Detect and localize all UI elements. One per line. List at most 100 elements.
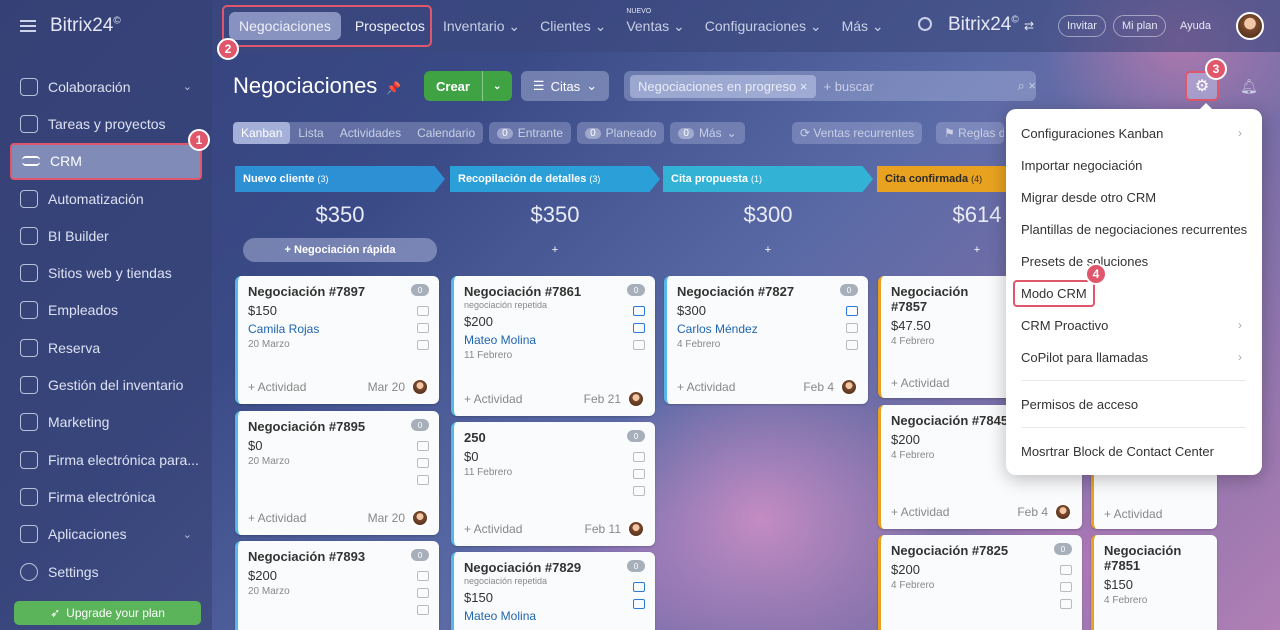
add-activity[interactable]: + Actividad (891, 505, 949, 519)
deal-title[interactable]: 250 (464, 430, 645, 445)
tab-negociaciones[interactable]: Negociaciones (229, 12, 341, 40)
mail-icon[interactable] (417, 588, 429, 598)
my-plan-button[interactable]: Mi plan (1113, 15, 1167, 37)
deal-card[interactable]: + Actividad (1091, 470, 1217, 529)
column-header[interactable]: Cita propuesta (1) (663, 166, 873, 192)
sidebar-item-settings[interactable]: Settings (10, 553, 202, 590)
chat-icon[interactable] (633, 486, 645, 496)
brand-logo[interactable]: Bitrix24© (50, 15, 121, 37)
deal-contact[interactable]: Carlos Méndez (677, 322, 858, 336)
filter-chip[interactable]: Negociaciones en progreso × (630, 74, 816, 98)
menu-ventas[interactable]: NUEVO Ventas ⌄ (626, 8, 684, 35)
phone-icon[interactable] (417, 441, 429, 451)
menu-item-migrate[interactable]: Migrar desde otro CRM (1006, 181, 1262, 213)
search-icon[interactable]: ⌕ × (1018, 78, 1036, 94)
sidebar-item-reserva[interactable]: Reserva (10, 329, 202, 366)
phone-icon[interactable] (1060, 565, 1072, 575)
counter-entrante[interactable]: 0 Entrante (489, 122, 572, 144)
deal-title[interactable]: Negociación #7895 (248, 419, 429, 434)
menu-item-contact-center[interactable]: Mosrtrar Block de Contact Center (1006, 435, 1262, 467)
mail-icon[interactable] (417, 323, 429, 333)
invite-button[interactable]: Invitar (1058, 15, 1106, 37)
deal-title[interactable]: Negociación #7897 (248, 284, 429, 299)
menu-item-presets[interactable]: Presets de soluciones (1006, 245, 1262, 277)
sidebar-item-bi-builder[interactable]: BI Builder (10, 217, 202, 254)
sidebar-item-marketing[interactable]: Marketing (10, 404, 202, 441)
user-avatar[interactable] (1236, 12, 1264, 40)
deal-title[interactable]: Negociación #7861 (464, 284, 645, 299)
deal-contact[interactable]: Camila Rojas (248, 322, 429, 336)
phone-icon[interactable] (633, 306, 645, 316)
chat-icon[interactable] (417, 475, 429, 485)
sidebar-item-firma[interactable]: Firma electrónica (10, 478, 202, 515)
add-deal-button[interactable]: + (671, 238, 865, 262)
add-activity[interactable]: + Actividad (677, 380, 735, 394)
quick-deal-button[interactable]: + Negociación rápida (243, 238, 437, 262)
sidebar-item-automatizacion[interactable]: Automatización (10, 180, 202, 217)
counter-planeado[interactable]: 0 Planeado (577, 122, 665, 144)
deal-card[interactable]: Negociación #7861 negociación repetida $… (451, 276, 655, 416)
phone-icon[interactable] (633, 582, 645, 592)
column-header[interactable]: Recopilación de detalles (3) (450, 166, 660, 192)
mail-icon[interactable] (633, 599, 645, 609)
deal-contact[interactable]: Mateo Molina (464, 333, 645, 347)
mail-icon[interactable] (633, 469, 645, 479)
deal-title[interactable]: Negociación #7825 (891, 543, 1072, 558)
search-icon[interactable] (918, 17, 932, 31)
chat-icon[interactable] (846, 340, 858, 350)
pin-icon[interactable]: 📌 (386, 81, 401, 95)
sidebar-item-colaboracion[interactable]: Colaboración ⌄ (10, 68, 202, 105)
chevron-down-icon[interactable]: ⌄ (482, 71, 501, 101)
deal-title[interactable]: Negociación #7827 (677, 284, 858, 299)
add-activity[interactable]: + Actividad (891, 376, 949, 390)
mail-icon[interactable] (417, 458, 429, 468)
tab-prospectos[interactable]: Prospectos (345, 12, 435, 40)
mail-icon[interactable] (846, 323, 858, 333)
chat-icon[interactable] (417, 340, 429, 350)
deal-card[interactable]: Negociación #7857 $47.50 4 Febrero + Act… (878, 276, 1006, 398)
chat-icon[interactable] (633, 340, 645, 350)
column-header[interactable]: Nuevo cliente (3) (235, 166, 445, 192)
deal-card[interactable]: Negociación #7829 negociación repetida $… (451, 552, 655, 630)
sidebar-item-empleados[interactable]: Empleados (10, 292, 202, 329)
deal-title[interactable]: Negociación #7857 (891, 284, 996, 314)
view-calendario[interactable]: Calendario (409, 126, 483, 140)
rules-button[interactable]: ⚑ Reglas de (936, 122, 1004, 144)
bell-icon[interactable]: 🔔︎ (1240, 78, 1258, 95)
menu-item-recurring-templates[interactable]: Plantillas de negociaciones recurrentes (1006, 213, 1262, 245)
menu-item-import[interactable]: Importar negociación (1006, 149, 1262, 181)
menu-item-kanban-settings[interactable]: Configuraciones Kanban › (1006, 117, 1262, 149)
phone-icon[interactable] (417, 571, 429, 581)
sidebar-item-firma-para[interactable]: Firma electrónica para... (10, 441, 202, 478)
phone-icon[interactable] (846, 306, 858, 316)
mail-icon[interactable] (1060, 582, 1072, 592)
deal-title[interactable]: Negociación #7829 (464, 560, 645, 575)
add-activity[interactable]: + Actividad (248, 511, 306, 525)
upgrade-button[interactable]: ➶ Upgrade your plan (14, 601, 201, 625)
deal-card[interactable]: Negociación #7893 $200 20 Marzo 0 (235, 541, 439, 630)
deal-card[interactable]: 250 $0 11 Febrero 0 + Actividad Feb 11 (451, 422, 655, 546)
close-icon[interactable]: × (800, 79, 808, 94)
deal-card[interactable]: Negociación #7895 $0 20 Marzo 0 + Activi… (235, 411, 439, 535)
chat-icon[interactable] (417, 605, 429, 615)
add-activity[interactable]: + Actividad (248, 380, 306, 394)
deal-card[interactable]: Negociación #7825 $200 4 Febrero 0 (878, 535, 1082, 630)
view-lista[interactable]: Lista (290, 126, 331, 140)
menu-clientes[interactable]: Clientes ⌄ (540, 18, 606, 35)
phone-icon[interactable] (417, 306, 429, 316)
add-activity[interactable]: + Actividad (1104, 507, 1162, 521)
deal-contact[interactable]: Mateo Molina (464, 609, 645, 623)
menu-inventario[interactable]: Inventario ⌄ (443, 18, 520, 35)
deal-card[interactable]: Negociación #7851 $150 4 Febrero (1091, 535, 1217, 630)
view-actividades[interactable]: Actividades (332, 126, 409, 140)
menu-item-proactive[interactable]: CRM Proactivo › (1006, 309, 1262, 341)
filter-search[interactable]: Negociaciones en progreso × + buscar ⌕ × (624, 71, 1036, 101)
deal-card[interactable]: Negociación #7897 $150 Camila Rojas 20 M… (235, 276, 439, 404)
citas-button[interactable]: ☰ Citas ⌄ (521, 71, 609, 101)
counter-mas[interactable]: 0 Más ⌄ (670, 122, 745, 144)
deal-title[interactable]: Negociación #7851 (1104, 543, 1207, 573)
help-button[interactable]: Ayuda (1172, 15, 1219, 37)
deal-card[interactable]: Negociación #7827 $300 Carlos Méndez 4 F… (664, 276, 868, 404)
menu-item-copilot[interactable]: CoPilot para llamadas › (1006, 341, 1262, 373)
menu-icon[interactable] (20, 20, 36, 32)
